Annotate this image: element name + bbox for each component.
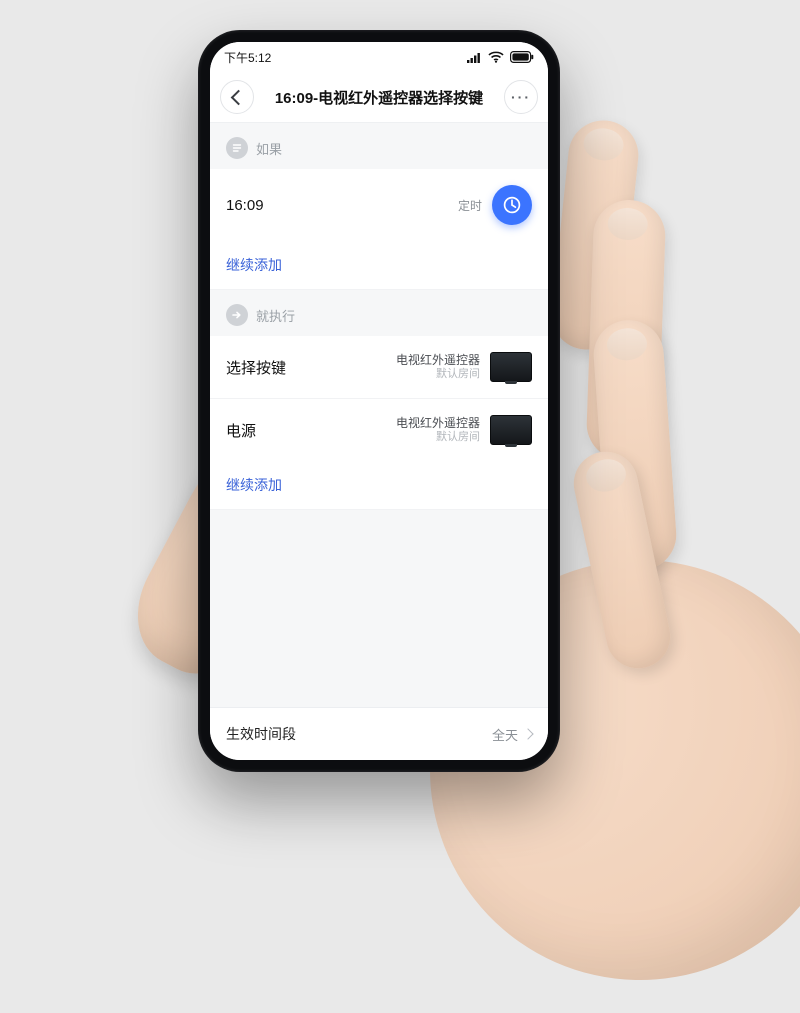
effective-period-row[interactable]: 生效时间段 全天 [210, 707, 548, 760]
if-section-label: 如果 [256, 139, 282, 158]
action-name: 选择按键 [226, 357, 286, 378]
if-add-more[interactable]: 继续添加 [210, 241, 548, 290]
nav-header: 16:09-电视红外遥控器选择按键 ··· [210, 72, 548, 123]
if-icon [226, 137, 248, 159]
trigger-row-time[interactable]: 16:09 定时 [210, 169, 548, 241]
hand-finger-pinky [568, 446, 676, 674]
then-section-label: 就执行 [256, 306, 295, 325]
action-name: 电源 [226, 420, 256, 441]
clock-icon [492, 185, 532, 225]
action-device-name: 电视红外遥控器 [396, 416, 480, 430]
wifi-icon [488, 51, 504, 63]
phone-screen: 下午5:12 16:09-电视红外遥控器选择按键 ··· [210, 42, 548, 760]
if-card: 16:09 定时 [210, 169, 548, 241]
back-button[interactable] [220, 80, 254, 114]
action-device-info: 电视红外遥控器 默认房间 [396, 353, 480, 381]
effective-period-label: 生效时间段 [226, 724, 296, 744]
action-row-power[interactable]: 电源 电视红外遥控器 默认房间 [210, 399, 548, 461]
status-time: 下午5:12 [224, 49, 271, 66]
then-icon [226, 304, 248, 326]
action-device-name: 电视红外遥控器 [396, 353, 480, 367]
page-title: 16:09-电视红外遥控器选择按键 [275, 87, 483, 108]
spacer [210, 510, 548, 707]
tv-icon [490, 352, 532, 382]
tv-icon [490, 415, 532, 445]
action-device-room: 默认房间 [396, 431, 480, 444]
action-row-select-key[interactable]: 选择按键 电视红外遥控器 默认房间 [210, 336, 548, 399]
then-section-header: 就执行 [210, 290, 548, 336]
hand-finger-ring [591, 318, 678, 572]
action-device-room: 默认房间 [396, 368, 480, 381]
hand-finger-index [548, 117, 642, 353]
more-button[interactable]: ··· [504, 80, 538, 114]
trigger-type-label: 定时 [458, 197, 482, 214]
signal-icon [467, 52, 482, 63]
then-add-more[interactable]: 继续添加 [210, 461, 548, 510]
effective-period-value: 全天 [492, 725, 518, 744]
then-card: 选择按键 电视红外遥控器 默认房间 电源 电视红外遥控器 默认房间 [210, 336, 548, 461]
battery-icon [510, 51, 534, 63]
if-section-header: 如果 [210, 123, 548, 169]
status-bar: 下午5:12 [210, 42, 548, 72]
trigger-time-value: 16:09 [226, 197, 264, 214]
hand-finger-middle [585, 199, 666, 461]
phone-frame: 下午5:12 16:09-电视红外遥控器选择按键 ··· [198, 30, 560, 772]
chevron-right-icon [522, 728, 533, 739]
action-device-info: 电视红外遥控器 默认房间 [396, 416, 480, 444]
chevron-left-icon [231, 89, 247, 105]
